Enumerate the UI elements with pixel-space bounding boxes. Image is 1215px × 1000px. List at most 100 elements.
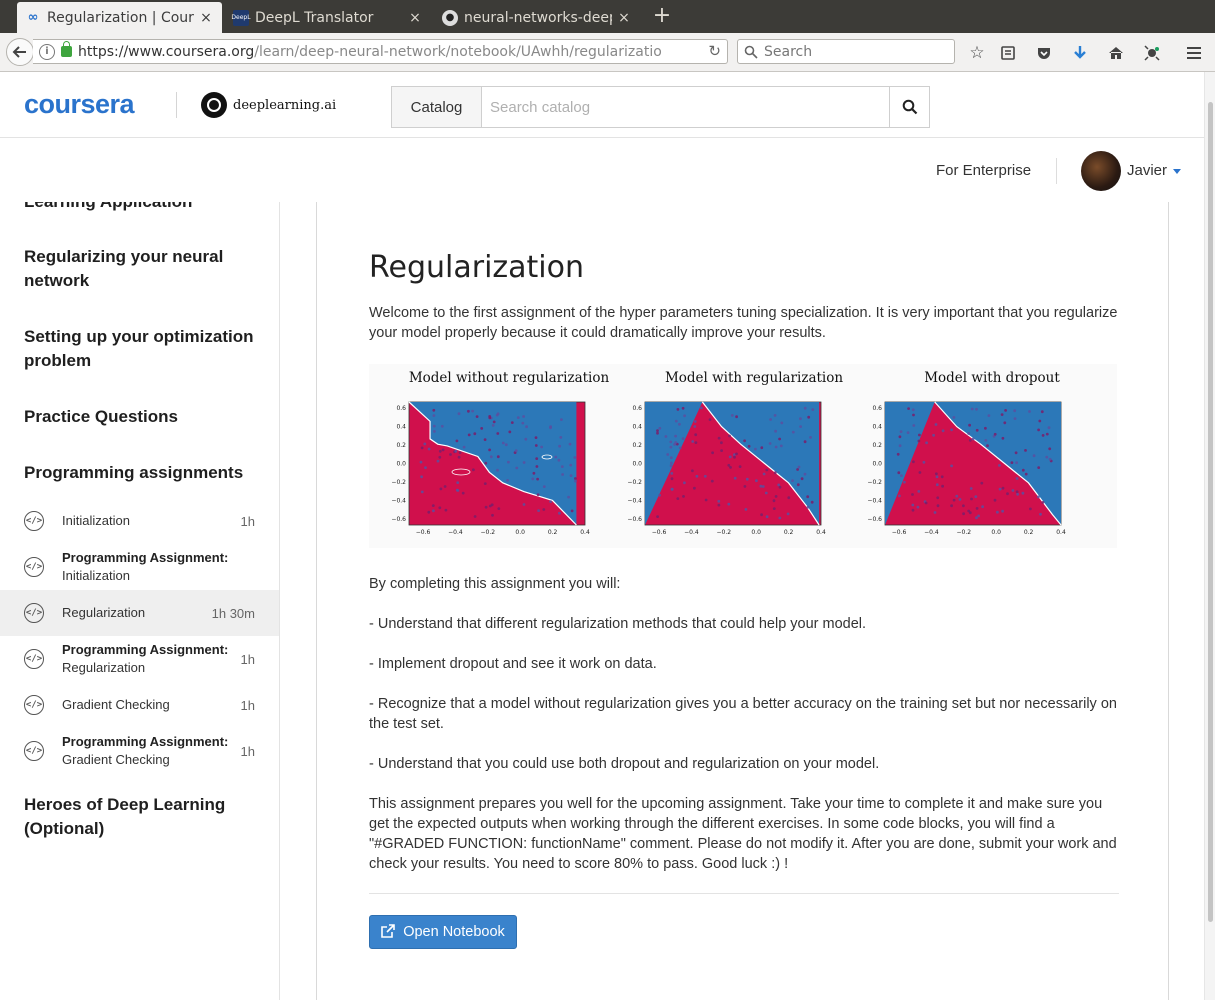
data-point: [491, 513, 494, 517]
page-scrollbar[interactable]: [1204, 72, 1215, 1000]
data-point: [496, 432, 500, 435]
data-point: [778, 516, 782, 520]
close-tab-icon[interactable]: ×: [407, 10, 423, 26]
data-point: [488, 448, 491, 452]
data-point: [501, 441, 505, 445]
data-point: [935, 483, 939, 487]
data-point: [471, 409, 474, 413]
item-duration: 1h: [240, 513, 255, 529]
data-point: [971, 437, 975, 441]
data-point: [803, 406, 807, 410]
url-text[interactable]: https://www.coursera.org/learn/deep-neur…: [78, 44, 688, 60]
url-bar[interactable]: i https://www.coursera.org/learn/deep-ne…: [33, 39, 728, 64]
data-point: [933, 511, 937, 514]
data-point: [916, 505, 920, 509]
data-point: [438, 506, 442, 510]
data-point: [733, 455, 736, 459]
data-point: [970, 497, 973, 501]
y-tick-label: 0.0: [396, 461, 406, 468]
data-point: [974, 495, 978, 498]
reload-icon[interactable]: ↻: [708, 42, 721, 60]
data-point: [559, 436, 563, 439]
reading-list-icon[interactable]: [997, 42, 1019, 64]
sidebar-section-heroes[interactable]: Heroes of Deep Learning (Optional): [24, 793, 264, 841]
content-divider: [369, 893, 1119, 894]
x-tick-label: −0.6: [416, 529, 431, 536]
sidebar-section-cutoff[interactable]: Learning Application: [24, 202, 264, 214]
data-point: [791, 479, 794, 482]
catalog-search-button[interactable]: [889, 87, 929, 127]
new-tab-button[interactable]: +: [648, 4, 676, 30]
data-point: [977, 514, 980, 518]
data-point: [747, 444, 751, 448]
sidebar-section-regularizing[interactable]: Regularizing your neural network: [24, 245, 264, 293]
tab-github[interactable]: ● neural-networks-deep ×: [434, 2, 640, 33]
data-point: [1001, 486, 1005, 490]
data-point: [934, 423, 938, 426]
tab-deepl[interactable]: DeepL DeepL Translator ×: [225, 2, 431, 33]
sidebar-section-practice[interactable]: Practice Questions: [24, 405, 264, 429]
data-point: [432, 509, 435, 513]
download-icon[interactable]: [1069, 42, 1091, 64]
chevron-down-icon[interactable]: [1173, 169, 1181, 174]
data-point: [1001, 436, 1005, 440]
deeplearning-logo[interactable]: deeplearning.ai: [201, 92, 336, 118]
data-point: [906, 431, 910, 434]
sidebar-section-programming[interactable]: Programming assignments: [24, 461, 264, 485]
catalog-button[interactable]: Catalog: [392, 87, 482, 127]
data-point: [962, 512, 965, 516]
data-point: [674, 441, 678, 444]
data-point: [1041, 501, 1045, 504]
x-tick-label: 0.2: [548, 529, 558, 536]
partner-name: deeplearning.ai: [233, 97, 337, 113]
data-point: [1045, 455, 1049, 459]
catalog-search-input[interactable]: [482, 87, 889, 127]
data-point: [432, 408, 436, 412]
data-point: [803, 440, 807, 444]
data-point: [917, 439, 921, 443]
for-enterprise-link[interactable]: For Enterprise: [936, 162, 1031, 179]
tab-regularization[interactable]: ∞ Regularization | Cours ×: [17, 2, 222, 33]
data-point: [484, 505, 488, 509]
data-point: [745, 477, 749, 481]
data-point: [424, 466, 427, 469]
data-point: [674, 434, 677, 438]
open-notebook-button[interactable]: Open Notebook: [369, 915, 517, 949]
back-button[interactable]: [6, 38, 34, 66]
info-icon[interactable]: i: [39, 43, 55, 60]
extension-icon[interactable]: [1141, 42, 1163, 64]
x-tick-label: −0.6: [892, 529, 907, 536]
bookmark-star-icon[interactable]: ☆: [966, 42, 988, 64]
data-point: [699, 406, 703, 410]
url-host: https://www.coursera.org: [78, 43, 255, 60]
data-point: [458, 451, 462, 454]
sidebar-item-gradient-checking[interactable]: </> Gradient Checking 1h: [0, 682, 279, 728]
data-point: [717, 499, 721, 503]
username[interactable]: Javier: [1127, 162, 1167, 179]
data-point: [1045, 432, 1049, 436]
pocket-icon[interactable]: [1033, 42, 1055, 64]
scrollbar-thumb[interactable]: [1208, 102, 1213, 922]
sidebar-item-pa-gradient-checking[interactable]: </> Programming Assignment: Gradient Chec…: [0, 728, 279, 774]
data-point: [799, 425, 802, 428]
sidebar-item-pa-initialization[interactable]: </> Programming Assignment: Initializatio…: [0, 544, 279, 590]
data-point: [496, 468, 499, 472]
item-duration: 1h: [240, 651, 255, 667]
data-point: [1032, 454, 1036, 458]
close-tab-icon[interactable]: ×: [198, 10, 214, 26]
browser-search-bar[interactable]: Search: [737, 39, 955, 64]
coursera-logo[interactable]: coursera: [24, 89, 135, 120]
data-point: [561, 473, 564, 476]
menu-icon[interactable]: [1183, 42, 1205, 64]
home-icon[interactable]: [1105, 42, 1127, 64]
sidebar-item-initialization[interactable]: </> Initialization 1h: [0, 498, 279, 544]
data-point: [1000, 413, 1004, 416]
sidebar-item-pa-regularization[interactable]: </> Programming Assignment: Regularizatio…: [0, 636, 279, 682]
item-label: Programming Assignment: Initialization: [62, 549, 232, 585]
overfit-island: [541, 454, 553, 460]
sidebar-item-regularization[interactable]: </> Regularization 1h 30m: [0, 590, 279, 636]
data-point: [522, 503, 526, 506]
sidebar-section-optimization[interactable]: Setting up your optimization problem: [24, 325, 264, 373]
avatar[interactable]: [1081, 151, 1121, 191]
close-tab-icon[interactable]: ×: [616, 10, 632, 26]
